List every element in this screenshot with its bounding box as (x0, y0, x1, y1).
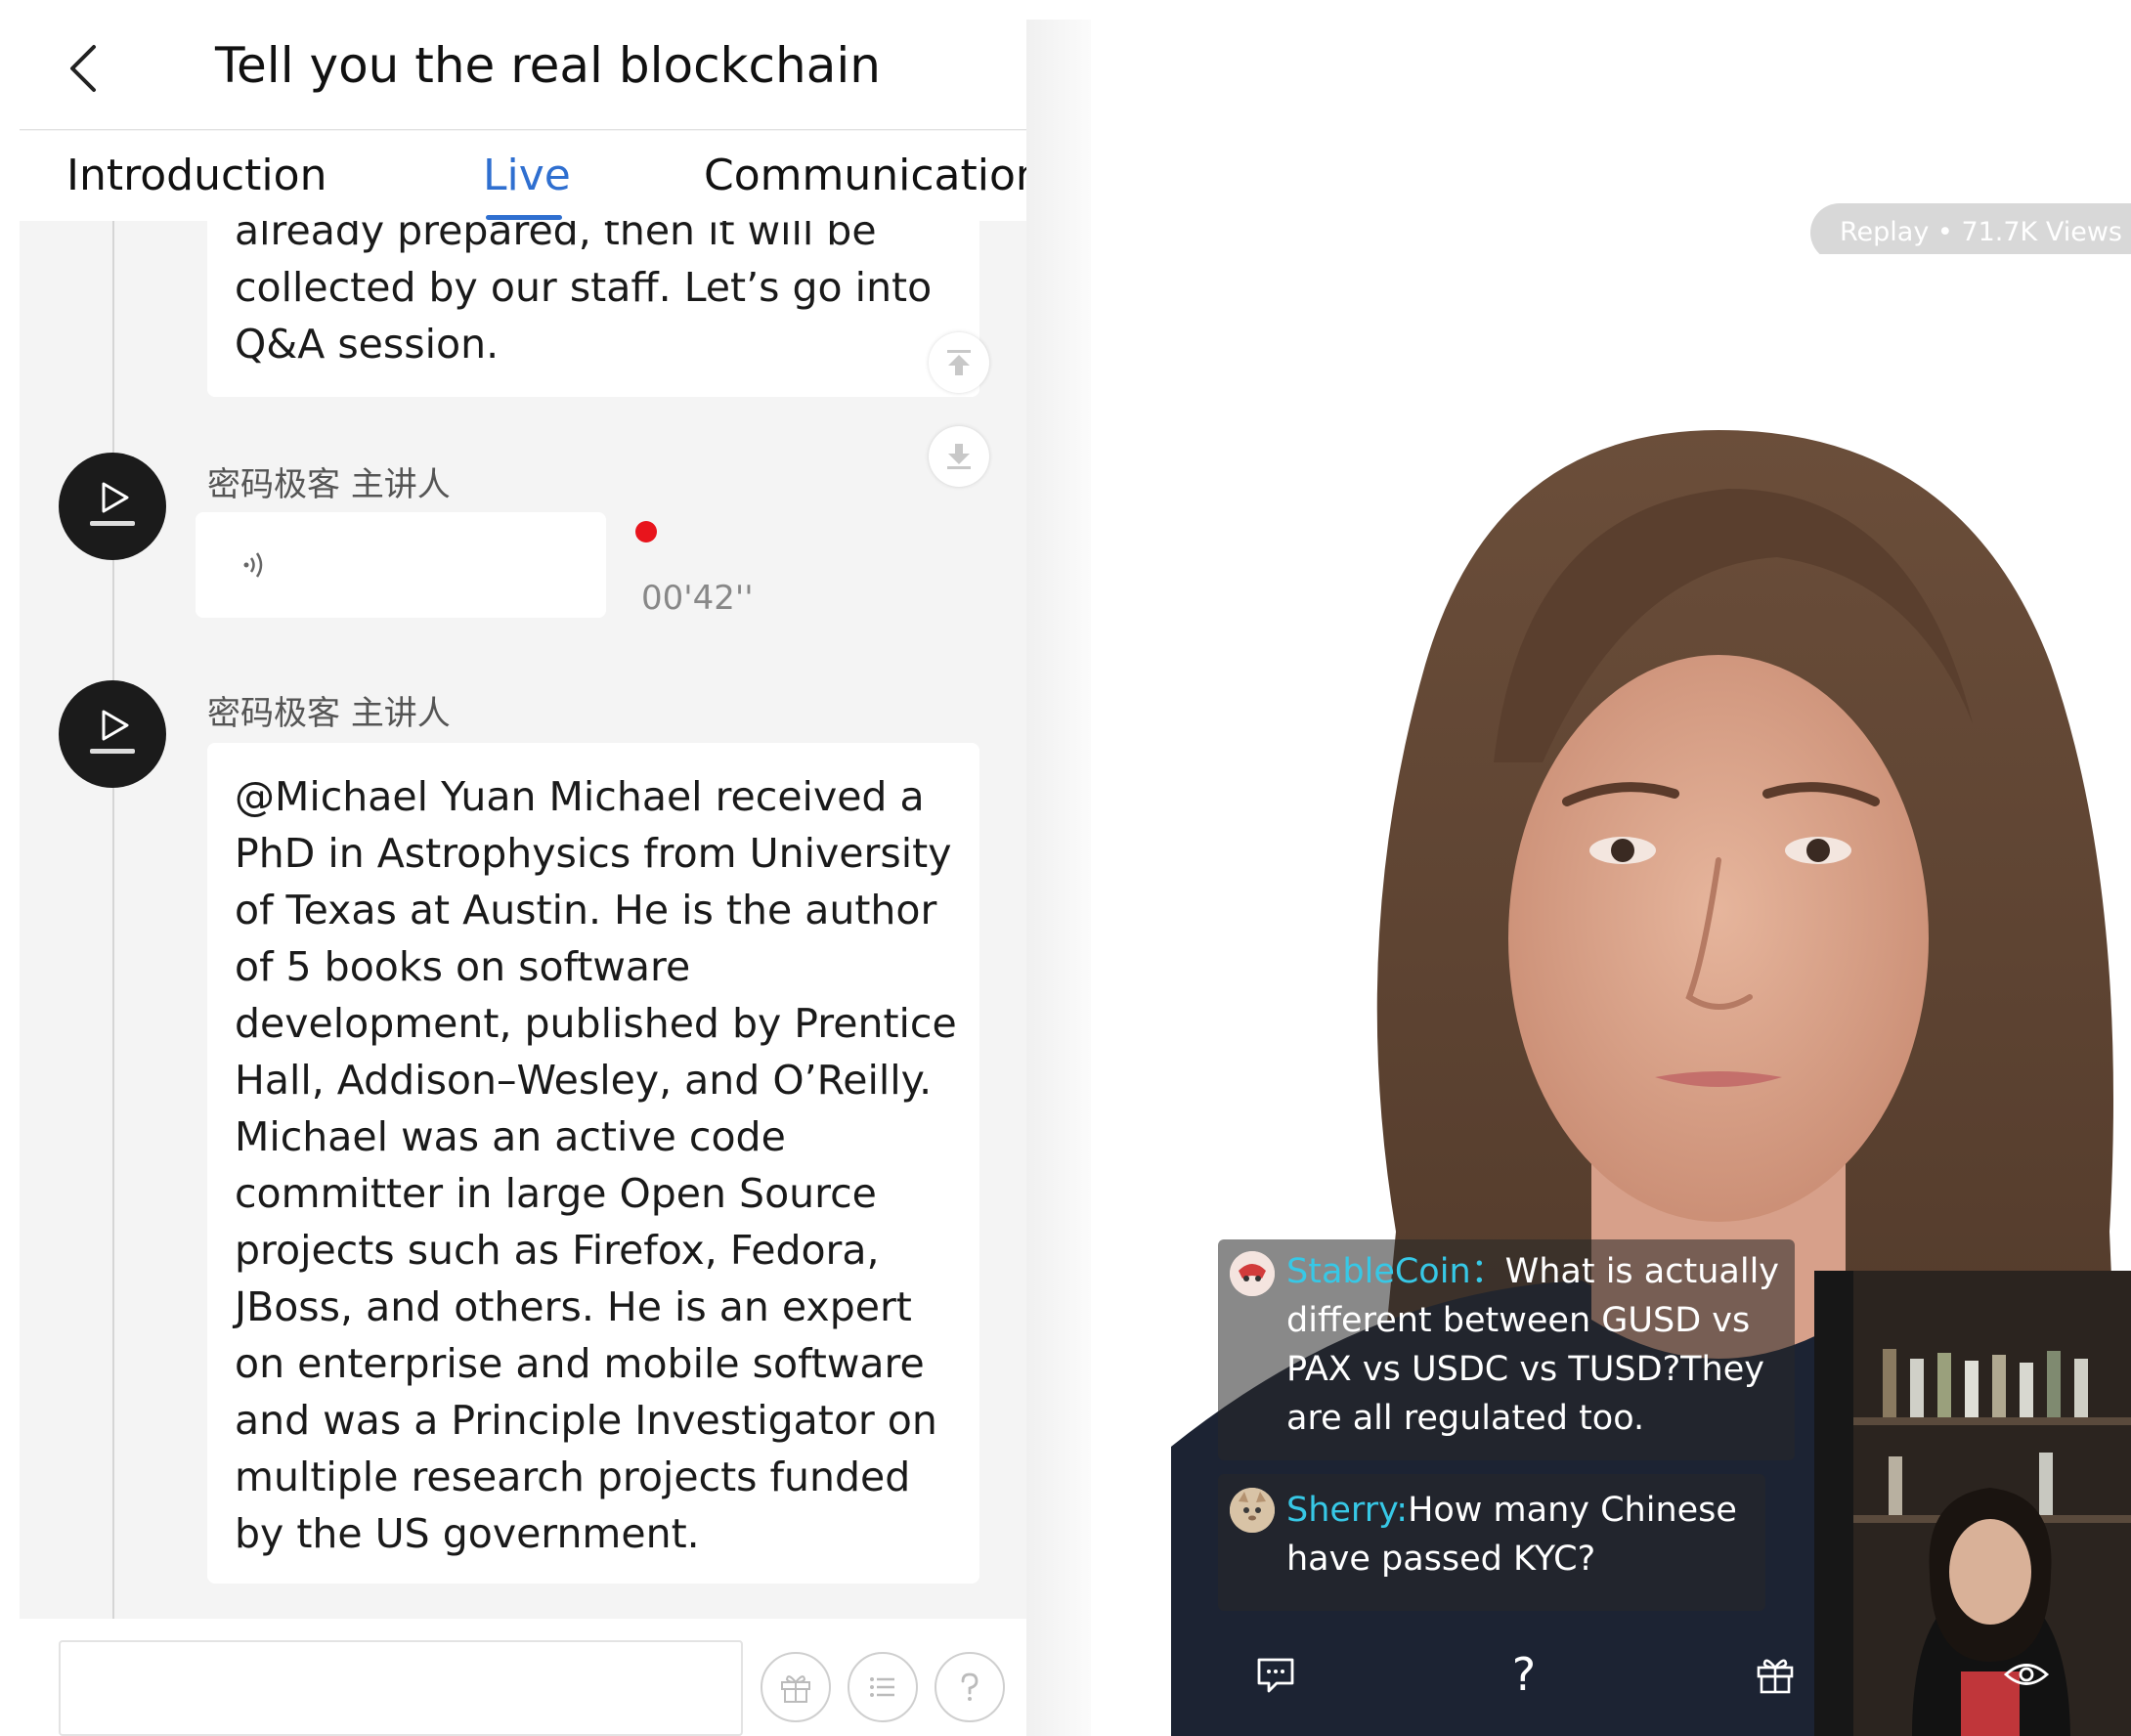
list-button[interactable] (848, 1652, 918, 1722)
message-text: @Michael Yuan Michael received a PhD in … (235, 773, 957, 1557)
comment-text: Sherry:How many Chinese have passed KYC? (1286, 1486, 1756, 1584)
audio-duration: 00'42'' (641, 579, 754, 618)
back-chevron-icon[interactable] (57, 39, 115, 98)
screen-gap (1026, 20, 1091, 1736)
live-lecture-screen: Tell you the real blockchain already pre… (20, 0, 1026, 1736)
sender-role: 主讲人 (350, 465, 451, 504)
gift-icon (781, 1675, 810, 1703)
message-text: already prepared, then it will be collec… (235, 207, 933, 368)
unread-dot (635, 521, 657, 542)
gift-icon (1757, 1659, 1794, 1694)
separator-dot: • (1936, 217, 1962, 247)
viewers-button[interactable] (1992, 1640, 2061, 1709)
question-icon (961, 1672, 979, 1701)
sender-name: 密码极客 主讲人 (207, 686, 451, 734)
audio-wave-icon (237, 545, 276, 585)
gift-button[interactable] (1741, 1640, 1809, 1709)
commenter-avatar[interactable] (1230, 1251, 1275, 1296)
scroll-bottom-icon (947, 444, 971, 469)
scroll-top-button[interactable] (929, 332, 989, 393)
live-video-screen: Replay • 71.7K Views StableCoin：What is … (1171, 20, 2131, 1736)
play-logo-icon (90, 482, 135, 526)
speaker-avatar[interactable] (59, 680, 166, 788)
chat-button[interactable] (1241, 1640, 1310, 1709)
replay-views-badge: Replay • 71.7K Views (1810, 203, 2131, 262)
commenter-name[interactable]: Sherry: (1286, 1491, 1408, 1530)
play-logo-icon (90, 710, 135, 754)
speaker-avatar[interactable] (59, 453, 166, 560)
sender-nickname: 密码极客 (207, 465, 340, 504)
sender-name: 密码极客 主讲人 (207, 457, 451, 505)
header-bar: Tell you the real blockchain (20, 0, 1026, 130)
tab-communication[interactable]: Communication (704, 151, 1026, 200)
gift-button[interactable] (761, 1652, 831, 1722)
eye-icon (2003, 1664, 2050, 1685)
tab-introduction[interactable]: Introduction (66, 151, 326, 200)
sender-role: 主讲人 (350, 694, 451, 733)
active-tab-indicator (486, 215, 562, 220)
chat-icon (1257, 1658, 1294, 1693)
tab-bar: Introduction Live Communication (20, 131, 1026, 221)
host-pip-video[interactable] (1814, 1271, 2131, 1736)
timeline-line (112, 221, 114, 1621)
sender-nickname: 密码极客 (207, 694, 340, 733)
question-button[interactable] (935, 1652, 1005, 1722)
replay-label: Replay (1840, 217, 1930, 247)
commenter-name[interactable]: StableCoin： (1286, 1252, 1505, 1291)
message-input[interactable] (59, 1640, 743, 1736)
page-title: Tell you the real blockchain (215, 37, 881, 94)
tab-live[interactable]: Live (483, 151, 571, 200)
scroll-top-icon (947, 350, 971, 375)
question-icon: ? (1511, 1648, 1537, 1701)
scroll-bottom-button[interactable] (929, 426, 989, 487)
view-count: 71.7K Views (1961, 217, 2122, 247)
commenter-avatar[interactable] (1230, 1488, 1275, 1533)
question-button[interactable]: ? (1490, 1640, 1558, 1709)
comment-text: StableCoin：What is actually different be… (1286, 1247, 1785, 1443)
list-icon (870, 1677, 894, 1697)
